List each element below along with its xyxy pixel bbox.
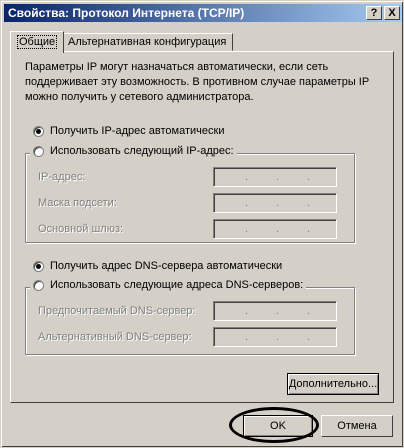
ip-address-input: . . .: [213, 167, 337, 187]
ok-button[interactable]: OK: [243, 415, 313, 437]
tcpip-properties-dialog: Свойства: Протокол Интернета (TCP/IP) ? …: [0, 0, 404, 448]
advanced-button[interactable]: Дополнительно...: [287, 373, 379, 395]
ip-dot: .: [307, 305, 311, 317]
ip-auto-option[interactable]: Получить IP-адрес автоматически: [33, 123, 224, 139]
ip-auto-radio[interactable]: [33, 125, 44, 137]
ip-dot: .: [276, 197, 280, 209]
ip-dot: .: [276, 331, 280, 343]
ip-dot: .: [307, 331, 311, 343]
ip-manual-label: Использовать следующий IP-адрес:: [50, 145, 234, 157]
tab-alternate-config[interactable]: Альтернативная конфигурация: [61, 33, 234, 51]
dns-manual-radio[interactable]: [33, 279, 44, 291]
ip-manual-group: Использовать следующий IP-адрес: IP-адре…: [25, 145, 355, 243]
close-button[interactable]: X: [384, 6, 400, 20]
dns-auto-label: Получить адрес DNS-сервера автоматически: [50, 260, 283, 272]
dns-manual-option[interactable]: Использовать следующие адреса DNS-сервер…: [30, 279, 307, 291]
tab-alternate-config-label: Альтернативная конфигурация: [68, 36, 227, 48]
ip-dot: .: [307, 223, 311, 235]
ip-manual-option[interactable]: Использовать следующий IP-адрес:: [30, 145, 237, 157]
description-text: Параметры IP могут назначаться автоматич…: [25, 61, 369, 103]
subnet-mask-label: Маска подсети:: [38, 197, 117, 209]
default-gateway-input: . . .: [213, 219, 337, 239]
ip-dot: .: [245, 305, 249, 317]
ip-auto-label: Получить IP-адрес автоматически: [50, 125, 225, 137]
help-button[interactable]: ?: [366, 6, 382, 20]
ip-dot: .: [307, 171, 311, 183]
ip-dot: .: [276, 171, 280, 183]
dns-manual-label: Использовать следующие адреса DNS-сервер…: [50, 279, 304, 291]
ip-address-label: IP-адрес:: [38, 171, 86, 183]
alternate-dns-label: Альтернативный DNS-сервер:: [38, 331, 192, 343]
tab-general[interactable]: Общие: [10, 31, 65, 53]
preferred-dns-input: . . .: [213, 301, 337, 321]
dns-auto-radio[interactable]: [33, 260, 44, 272]
dns-manual-group: Использовать следующие адреса DNS-сервер…: [25, 279, 355, 355]
ip-dot: .: [245, 331, 249, 343]
preferred-dns-label: Предпочитаемый DNS-сервер:: [38, 305, 196, 317]
default-gateway-label: Основной шлюз:: [38, 223, 124, 235]
tab-general-label: Общие: [17, 35, 58, 49]
ip-dot: .: [307, 197, 311, 209]
ip-dot: .: [245, 171, 249, 183]
ip-dot: .: [276, 223, 280, 235]
subnet-mask-input: . . .: [213, 193, 337, 213]
ip-dot: .: [245, 197, 249, 209]
ip-dot: .: [245, 223, 249, 235]
title-bar: Свойства: Протокол Интернета (TCP/IP) ? …: [4, 4, 402, 22]
dns-auto-option[interactable]: Получить адрес DNS-сервера автоматически: [33, 258, 282, 274]
window-title: Свойства: Протокол Интернета (TCP/IP): [8, 6, 245, 20]
ip-manual-radio[interactable]: [33, 145, 44, 157]
cancel-button[interactable]: Отмена: [321, 415, 393, 437]
ip-dot: .: [276, 305, 280, 317]
alternate-dns-input: . . .: [213, 327, 337, 347]
